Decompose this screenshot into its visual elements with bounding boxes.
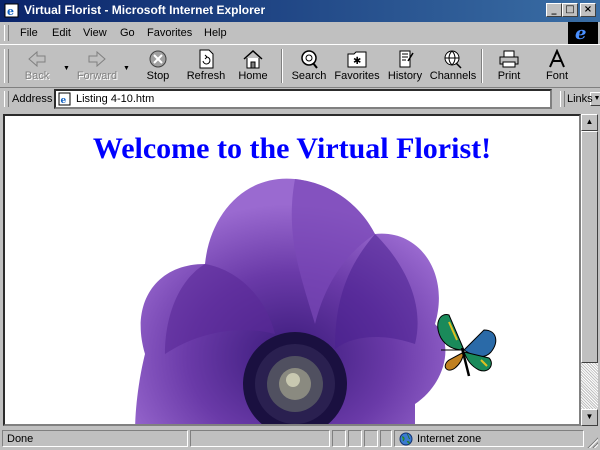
refresh-button[interactable]: Refresh — [181, 47, 231, 87]
print-label: Print — [497, 70, 521, 82]
address-value: Listing 4-10.htm — [76, 93, 155, 105]
forward-label: Forward — [76, 70, 118, 82]
close-button[interactable]: × — [580, 3, 596, 17]
svg-text:✱: ✱ — [353, 56, 361, 67]
addressbar-grip[interactable] — [4, 91, 9, 107]
status-text-panel: Done — [2, 430, 188, 447]
toolbar-separator — [281, 49, 283, 83]
address-bar: Address e Listing 4-10.htm ▼ Links — [0, 88, 600, 110]
history-label: History — [387, 70, 423, 82]
status-zone-panel: Internet zone — [394, 430, 584, 447]
forward-dropdown-icon[interactable]: ▼ — [123, 65, 130, 72]
page-viewport[interactable]: Welcome to the Virtual Florist! — [3, 114, 581, 426]
status-text: Done — [7, 433, 34, 445]
scroll-down-button[interactable]: ▼ — [581, 409, 598, 426]
toolbar-separator — [481, 49, 483, 83]
status-progress-panel — [190, 430, 330, 447]
standard-toolbar: Back ▼ Forward ▼ Stop Refresh Home Searc… — [0, 44, 600, 88]
menubar-grip[interactable] — [4, 25, 9, 41]
ie-logo-icon: e — [568, 22, 598, 44]
favorites-button[interactable]: ✱ Favorites — [332, 47, 382, 87]
status-panel-small — [380, 430, 392, 447]
stop-button[interactable]: Stop — [133, 47, 183, 87]
vertical-scrollbar[interactable]: ▲ ▼ — [581, 114, 598, 426]
scroll-up-button[interactable]: ▲ — [581, 114, 598, 131]
back-dropdown-icon[interactable]: ▼ — [63, 65, 70, 72]
address-input[interactable]: e Listing 4-10.htm ▼ — [54, 89, 600, 109]
search-label: Search — [291, 70, 327, 82]
menu-view[interactable]: View — [83, 27, 107, 39]
font-label: Font — [545, 70, 568, 82]
refresh-icon — [199, 49, 214, 69]
status-panel-small — [364, 430, 378, 447]
ie-page-icon: e — [4, 3, 19, 18]
toolbar-grip[interactable] — [4, 49, 9, 83]
menu-help[interactable]: Help — [204, 27, 227, 39]
menu-favorites[interactable]: Favorites — [147, 27, 192, 39]
butterfly-image — [437, 314, 497, 377]
globe-icon — [399, 432, 413, 446]
forward-button[interactable]: Forward — [72, 47, 122, 87]
menu-go[interactable]: Go — [120, 27, 135, 39]
address-label: Address — [12, 93, 53, 105]
links-button[interactable]: Links — [567, 93, 593, 105]
maximize-button[interactable]: □ — [562, 3, 578, 17]
minimize-button[interactable]: _ — [546, 3, 562, 17]
status-bar: Done Internet zone — [0, 428, 600, 450]
home-label: Home — [238, 70, 268, 82]
refresh-label: Refresh — [186, 70, 226, 82]
page-icon: e — [58, 92, 71, 106]
status-panel-small — [332, 430, 346, 447]
scrollbar-thumb[interactable] — [581, 131, 598, 363]
favorites-label: Favorites — [334, 70, 380, 82]
search-button[interactable]: Search — [284, 47, 334, 87]
home-icon — [243, 49, 263, 69]
channels-label: Channels — [429, 70, 477, 82]
status-panel-small — [348, 430, 362, 447]
print-button[interactable]: Print — [484, 47, 534, 87]
svg-text:e: e — [61, 96, 67, 106]
font-icon — [549, 49, 565, 68]
links-grip[interactable] — [560, 91, 565, 107]
forward-arrow-icon — [88, 50, 106, 68]
stop-icon — [149, 50, 167, 68]
menu-file[interactable]: File — [20, 27, 38, 39]
history-button[interactable]: History — [380, 47, 430, 87]
menu-bar: File Edit View Go Favorites Help — [0, 22, 600, 44]
zone-text: Internet zone — [417, 433, 482, 445]
back-label: Back — [24, 70, 50, 82]
channels-icon — [444, 50, 462, 69]
favorites-icon: ✱ — [347, 51, 367, 68]
svg-text:e: e — [7, 5, 14, 18]
window-title: Virtual Florist - Microsoft Internet Exp… — [24, 3, 266, 17]
resize-grip[interactable] — [586, 436, 598, 448]
home-button[interactable]: Home — [228, 47, 278, 87]
back-arrow-icon — [28, 50, 46, 68]
title-bar[interactable]: e Virtual Florist - Microsoft Internet E… — [0, 0, 600, 22]
page-heading: Welcome to the Virtual Florist! — [92, 132, 492, 165]
print-icon — [499, 50, 519, 68]
channels-button[interactable]: Channels — [428, 47, 478, 87]
stop-label: Stop — [146, 70, 170, 82]
font-button[interactable]: Font — [532, 47, 582, 87]
menu-edit[interactable]: Edit — [52, 27, 71, 39]
anemone-flower-image — [135, 178, 446, 424]
back-button[interactable]: Back — [12, 47, 62, 87]
search-icon — [301, 50, 318, 69]
history-icon — [399, 50, 414, 68]
